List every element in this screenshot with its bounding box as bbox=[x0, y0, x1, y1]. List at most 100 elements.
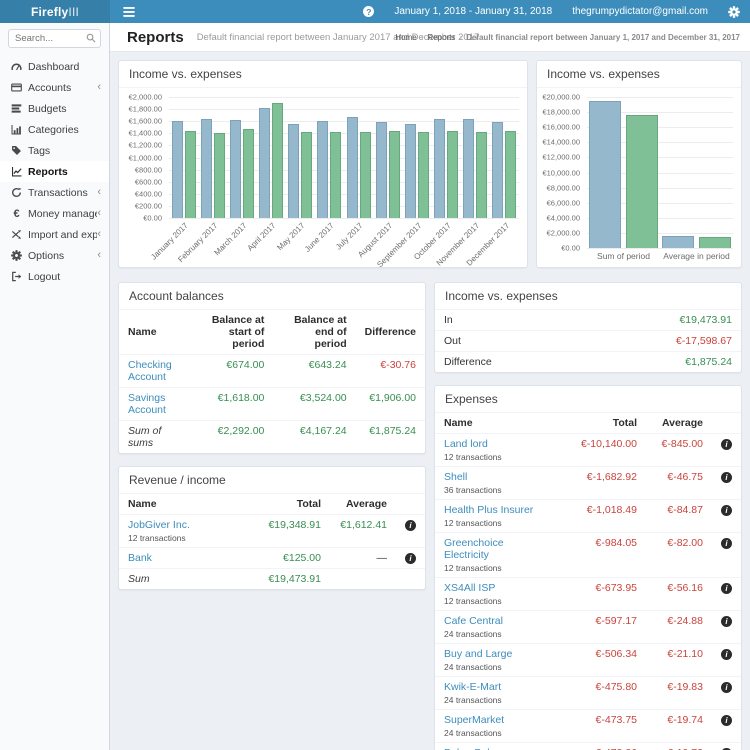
dashboard-icon bbox=[9, 61, 24, 72]
transactions-count: 12 transactions bbox=[444, 596, 502, 606]
bar-expenses-out- bbox=[388, 131, 400, 218]
account-link[interactable]: Savings Account bbox=[128, 392, 166, 416]
sidebar-item-tags[interactable]: Tags bbox=[0, 140, 109, 161]
date-range-button[interactable]: January 1, 2018 - January 31, 2018 bbox=[384, 0, 562, 23]
sidebar-item-dashboard[interactable]: Dashboard bbox=[0, 56, 109, 77]
table-row: JobGiver Inc. 12 transactions €19,348.91… bbox=[119, 515, 425, 548]
info-icon[interactable]: i bbox=[721, 583, 732, 594]
bar-expenses-out- bbox=[447, 130, 459, 218]
table-row: Shell 36 transactions €-1,682.92 €-46.75 … bbox=[435, 466, 741, 500]
info-icon[interactable]: i bbox=[405, 520, 416, 531]
bar-expenses-out- bbox=[213, 132, 225, 218]
sign-out-icon bbox=[9, 271, 24, 282]
info-icon[interactable]: i bbox=[721, 472, 732, 483]
expense-account-link[interactable]: Health Plus Insurer bbox=[444, 504, 533, 516]
bar-income-in- bbox=[200, 119, 212, 218]
transactions-count: 24 transactions bbox=[444, 662, 502, 672]
bar-income-in- bbox=[434, 119, 446, 218]
expense-account-link[interactable]: Cafe Central bbox=[444, 615, 503, 627]
bar-income-in- bbox=[375, 122, 387, 218]
table-row: Out €-17,598.67 bbox=[435, 330, 741, 352]
table-sum-row: Sum €19,473.91 bbox=[119, 568, 425, 589]
info-icon[interactable]: i bbox=[721, 715, 732, 726]
sidebar-item-accounts[interactable]: Accounts ‹ bbox=[0, 77, 109, 98]
expense-account-link[interactable]: Shell bbox=[444, 471, 467, 483]
chevron-left-icon: ‹ bbox=[97, 207, 101, 219]
sidebar-item-logout[interactable]: Logout bbox=[0, 266, 109, 287]
info-icon[interactable]: i bbox=[721, 505, 732, 516]
bar-expenses-out- bbox=[476, 132, 488, 218]
table-row: Savings Account €1,618.00 €3,524.00 €1,9… bbox=[119, 387, 425, 421]
table-row: Checking Account €674.00 €643.24 €-30.76 bbox=[128, 359, 416, 383]
gear-icon bbox=[728, 5, 740, 18]
app-root: Firefly III ? January 1, 2018 - January 3… bbox=[0, 0, 750, 750]
sidebar-item-categories[interactable]: Categories bbox=[0, 119, 109, 140]
panel-title: Account balances bbox=[119, 283, 425, 310]
user-email-button[interactable]: thegrumpydictator@gmail.com bbox=[562, 0, 718, 23]
info-icon[interactable]: i bbox=[405, 553, 416, 564]
brand-name-light: III bbox=[68, 4, 80, 19]
info-icon[interactable]: i bbox=[721, 616, 732, 627]
sidebar-item-reports[interactable]: Reports bbox=[0, 161, 109, 182]
transactions-count: 12 transactions bbox=[444, 563, 502, 573]
revenue-account-link[interactable]: JobGiver Inc. bbox=[128, 519, 190, 531]
bar-income-in- bbox=[463, 119, 475, 218]
search-icon[interactable] bbox=[86, 33, 96, 46]
transactions-count: 12 transactions bbox=[128, 533, 186, 543]
expense-account-link[interactable]: SuperMarket bbox=[444, 714, 504, 726]
revenue-account-link[interactable]: Bank bbox=[128, 552, 152, 564]
sidebar-item-budgets[interactable]: Budgets bbox=[0, 98, 109, 119]
table-row: Buy and Large 24 transactions €-506.34 €-… bbox=[435, 643, 741, 677]
help-button[interactable]: ? bbox=[353, 0, 384, 23]
panel-account-balances: Account balances Name Balance at start o… bbox=[118, 282, 426, 454]
breadcrumb: Home › Reports › Default financial repor… bbox=[395, 32, 740, 42]
panel-expenses: Expenses Name Total Average Land lord 12… bbox=[434, 385, 742, 750]
sidebar-item-import-export[interactable]: Import and export ‹ bbox=[0, 224, 109, 245]
sidebar-item-options[interactable]: Options ‹ bbox=[0, 245, 109, 266]
expense-account-link[interactable]: Kwik-E-Mart bbox=[444, 681, 501, 693]
info-icon[interactable]: i bbox=[721, 649, 732, 660]
bar-expenses-out- bbox=[626, 115, 658, 248]
info-icon[interactable]: i bbox=[721, 538, 732, 549]
settings-button[interactable] bbox=[718, 0, 750, 23]
brand-logo[interactable]: Firefly III bbox=[0, 0, 110, 23]
panel-revenue-income: Revenue / income Name Total Average JobG… bbox=[118, 466, 426, 590]
table-row: Greenchoice Electricity 12 transactions €… bbox=[435, 532, 741, 578]
line-chart-icon bbox=[9, 166, 24, 177]
sidebar-item-transactions[interactable]: Transactions ‹ bbox=[0, 182, 109, 203]
bar-income-in- bbox=[404, 123, 416, 218]
table-row: Baker Bob24 transactions €-473.26 €-19.7… bbox=[435, 742, 741, 750]
info-icon[interactable]: i bbox=[721, 682, 732, 693]
euro-icon: € bbox=[13, 207, 20, 220]
sidebar-item-money-management[interactable]: € Money management ‹ bbox=[0, 203, 109, 224]
bar-expenses-out- bbox=[417, 131, 429, 218]
credit-card-icon bbox=[9, 82, 24, 93]
transactions-count: 24 transactions bbox=[444, 695, 502, 705]
account-link[interactable]: Checking Account bbox=[128, 359, 172, 383]
question-icon: ? bbox=[363, 6, 375, 17]
sidebar: Dashboard Accounts ‹ Budgets Categories bbox=[0, 23, 110, 750]
tags-icon bbox=[9, 145, 24, 156]
table-row: Difference €1,875.24 bbox=[435, 351, 741, 372]
bar-income-in- bbox=[171, 121, 183, 218]
content-area: Reports Default financial report between… bbox=[110, 23, 750, 750]
bar-expenses-out- bbox=[272, 103, 284, 218]
panel-title: Income vs. expenses bbox=[435, 283, 741, 310]
expenses-table: Name Total Average Land lord 12 transacti… bbox=[435, 413, 741, 750]
panel-income-expenses-summary-chart: Income vs. expenses €0.00 €2,000.00 €4,000… bbox=[536, 60, 742, 268]
content-header: Reports Default financial report between… bbox=[110, 23, 750, 52]
top-navbar: Firefly III ? January 1, 2018 - January 3… bbox=[0, 0, 750, 23]
expense-account-link[interactable]: Buy and Large bbox=[444, 648, 512, 660]
income-expenses-monthly-bar-chart: €0.00 €200.00 €400.00 €600.00 €800.00 €1,000.… bbox=[119, 88, 527, 269]
expense-account-link[interactable]: XS4All ISP bbox=[444, 582, 495, 594]
bar-income-in- bbox=[589, 100, 621, 248]
info-icon[interactable]: i bbox=[721, 439, 732, 450]
bar-income-in- bbox=[346, 116, 358, 218]
expense-account-link[interactable]: Land lord bbox=[444, 438, 488, 450]
sidebar-toggle-button[interactable] bbox=[110, 0, 148, 23]
bar-expenses-out- bbox=[301, 132, 313, 218]
expense-account-link[interactable]: Greenchoice Electricity bbox=[444, 537, 504, 561]
breadcrumb-reports[interactable]: Reports bbox=[427, 33, 455, 42]
breadcrumb-home[interactable]: Home bbox=[395, 33, 416, 42]
chevron-left-icon: ‹ bbox=[97, 186, 101, 198]
